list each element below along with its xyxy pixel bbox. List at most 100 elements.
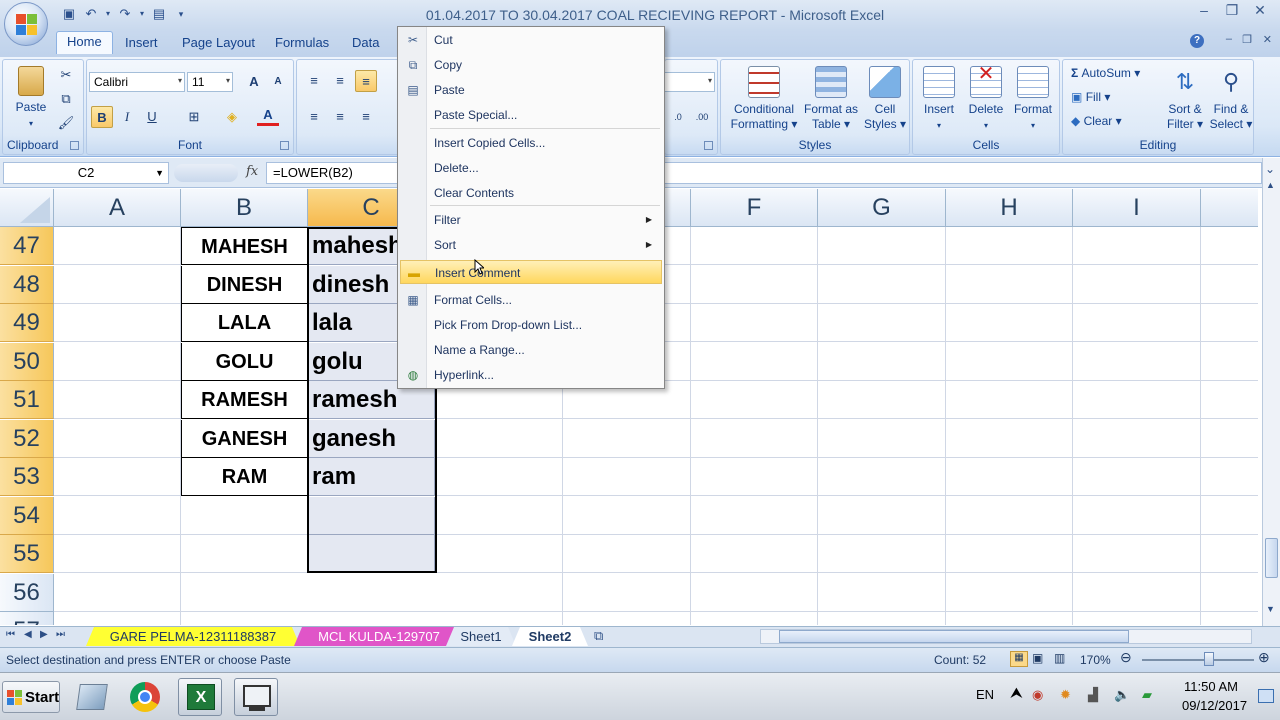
clipboard-launcher-icon[interactable] [70, 141, 79, 150]
restore-icon[interactable]: ❐ [1220, 2, 1244, 22]
cell-b[interactable]: DINESH [181, 265, 308, 304]
cell-b[interactable]: RAMESH [181, 381, 308, 419]
clear-button[interactable]: ◆ Clear ▾ [1071, 114, 1122, 128]
office-button[interactable] [4, 2, 48, 46]
sheet-tab[interactable]: Sheet2 [512, 627, 588, 646]
column-header-b[interactable]: B [181, 189, 308, 227]
align-top-icon[interactable]: ≡ [303, 70, 325, 92]
tab-data[interactable]: Data [352, 35, 379, 50]
page-break-view-icon[interactable]: ▥ [1054, 651, 1065, 665]
horizontal-scrollbar[interactable] [760, 629, 1252, 644]
menu-item-paste[interactable]: ▤ Paste [400, 78, 662, 102]
row-header[interactable]: 51 [0, 381, 54, 419]
menu-item-filter[interactable]: Filter ▶ [400, 208, 662, 232]
minimize-icon[interactable]: – [1192, 2, 1216, 22]
row-header[interactable]: 48 [0, 265, 54, 304]
minimize-icon[interactable]: – [1226, 33, 1232, 45]
sheet-tab[interactable]: MCL KULDA-129707 [294, 627, 464, 646]
font-name-select[interactable]: Calibri ▾ [89, 72, 185, 92]
last-sheet-icon[interactable]: ⏭ [56, 629, 65, 640]
shrink-font-button[interactable]: A [267, 71, 289, 93]
app-tray-icon[interactable]: ✹ [1060, 687, 1071, 703]
prev-sheet-icon[interactable]: ◀ [24, 629, 32, 640]
number-launcher-icon[interactable] [704, 141, 713, 150]
row-header[interactable]: 56 [0, 573, 54, 612]
zoom-in-icon[interactable]: ⊕ [1258, 649, 1270, 666]
menu-item-name-range[interactable]: Name a Range... [400, 338, 662, 362]
menu-item-sort[interactable]: Sort ▶ [400, 233, 662, 257]
network-icon[interactable]: ▟ [1088, 687, 1098, 703]
align-bottom-icon[interactable]: ≡ [355, 70, 377, 92]
column-header-h[interactable]: H [946, 189, 1073, 227]
row-header[interactable]: 55 [0, 535, 54, 573]
menu-item-insert-comment[interactable]: ▬ Insert Comment [400, 260, 662, 284]
menu-item-clear-contents[interactable]: Clear Contents [400, 181, 662, 205]
paste-button[interactable]: Paste ▾ [11, 66, 51, 131]
show-hidden-icons-icon[interactable]: ⮝ [1010, 685, 1023, 702]
normal-view-icon[interactable]: ▦ [1010, 651, 1028, 667]
menu-item-hyperlink[interactable]: ◍ Hyperlink... [400, 363, 662, 387]
row-header[interactable]: 57 [0, 612, 54, 625]
copy-icon[interactable]: ⧉ [55, 88, 77, 110]
vertical-scroll-thumb[interactable] [1265, 538, 1278, 578]
cell-c[interactable]: ganesh [308, 419, 435, 458]
chrome-icon[interactable] [124, 678, 168, 716]
page-layout-view-icon[interactable]: ▣ [1032, 651, 1043, 665]
record-icon[interactable]: ◉ [1032, 687, 1043, 703]
zoom-out-icon[interactable]: ⊖ [1120, 649, 1132, 666]
tab-formulas[interactable]: Formulas [275, 35, 329, 50]
format-painter-icon[interactable]: 🖌 [55, 112, 77, 134]
menu-item-paste-special[interactable]: Paste Special... [400, 103, 662, 127]
name-box[interactable]: C2 ▼ [3, 162, 169, 184]
scroll-down-icon[interactable]: ▼ [1266, 604, 1275, 614]
chevron-down-icon[interactable]: ⌄ [1265, 162, 1275, 176]
sheet-tab[interactable]: GARE PELMA-12311188387 [86, 627, 300, 646]
show-desktop-icon[interactable] [1258, 689, 1274, 703]
row-header[interactable]: 49 [0, 304, 54, 342]
cell-b[interactable]: GANESH [181, 419, 308, 458]
chevron-down-icon[interactable]: ▼ [155, 163, 164, 183]
zoom-level[interactable]: 170% [1080, 653, 1111, 667]
scroll-up-icon[interactable]: ▲ [1266, 180, 1275, 190]
excel-taskbar-icon[interactable]: X [178, 678, 222, 716]
clock-time[interactable]: 11:50 AM [1184, 679, 1238, 694]
autosum-button[interactable]: Σ AutoSum ▾ [1071, 66, 1140, 80]
sort-filter-button[interactable]: ⇅ Sort & Filter ▾ [1163, 66, 1207, 132]
zoom-slider[interactable] [1142, 659, 1254, 661]
insert-sheet-icon[interactable]: ⧉ [594, 628, 603, 644]
grow-font-button[interactable]: A [243, 71, 265, 93]
clock-date[interactable]: 09/12/2017 [1182, 698, 1247, 713]
select-all-corner[interactable] [0, 189, 54, 227]
row-header[interactable]: 53 [0, 458, 54, 496]
conditional-formatting-button[interactable]: Conditional Formatting ▾ [729, 66, 799, 132]
italic-button[interactable]: I [116, 106, 138, 128]
menu-item-insert-copied-cells[interactable]: Insert Copied Cells... [400, 131, 662, 155]
insert-cells-button[interactable]: Insert ▾ [919, 66, 959, 133]
align-right-icon[interactable]: ≡ [355, 106, 377, 128]
row-header[interactable]: 52 [0, 419, 54, 458]
first-sheet-icon[interactable]: ⏮ [6, 629, 15, 640]
borders-icon[interactable]: ⊞ [183, 106, 205, 128]
fill-color-icon[interactable]: ◈ [221, 106, 243, 128]
cell-b[interactable]: MAHESH [181, 227, 308, 265]
column-header-i[interactable]: I [1073, 189, 1201, 227]
fill-button[interactable]: ▣ Fill ▾ [1071, 90, 1110, 104]
underline-button[interactable]: U [141, 106, 163, 128]
battery-icon[interactable]: ▰ [1142, 687, 1152, 703]
align-left-icon[interactable]: ≡ [303, 106, 325, 128]
help-icon[interactable]: ? [1190, 34, 1204, 48]
format-cells-button[interactable]: Format ▾ [1011, 66, 1055, 133]
restore-icon[interactable]: ❐ [1242, 33, 1252, 46]
menu-item-pick-from-list[interactable]: Pick From Drop-down List... [400, 313, 662, 337]
font-color-button[interactable]: A [257, 106, 279, 126]
delete-cells-button[interactable]: ✕ Delete ▾ [965, 64, 1007, 133]
tab-insert[interactable]: Insert [125, 35, 158, 50]
cell-b[interactable]: LALA [181, 304, 308, 342]
sheet-tab[interactable]: Sheet1 [446, 627, 516, 646]
tab-home[interactable]: Home [56, 31, 113, 54]
zoom-slider-thumb[interactable] [1204, 652, 1214, 666]
start-button[interactable]: Start [2, 681, 60, 713]
cell-c[interactable]: ram [308, 458, 435, 496]
format-as-table-button[interactable]: Format as Table ▾ [801, 66, 861, 132]
menu-item-copy[interactable]: ⧉ Copy [400, 53, 662, 77]
